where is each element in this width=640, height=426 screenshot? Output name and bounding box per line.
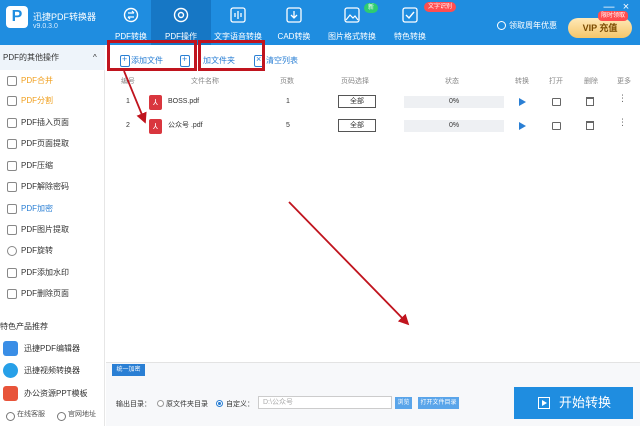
play-icon (538, 397, 550, 409)
unify-encrypt-button[interactable]: 统一加密 (112, 364, 145, 376)
custom-dir-label: 自定义： (226, 401, 254, 408)
start-convert-label: 开始转换 (559, 395, 612, 410)
radio-custom-dir[interactable] (216, 400, 223, 407)
browse-button[interactable]: 浏览 (395, 397, 412, 409)
original-dir-label: 原文件夹目录 (166, 401, 208, 408)
arrow-to-file (123, 70, 147, 124)
radio-original-dir[interactable] (157, 400, 164, 407)
output-dir-label: 输出目录： (116, 401, 151, 408)
open-folder-button[interactable]: 打开文件目录 (418, 397, 459, 409)
arrow-to-start (288, 201, 410, 326)
output-path-field[interactable]: D:\公众号 (258, 396, 392, 409)
start-convert-button[interactable]: 开始转换 (514, 387, 633, 419)
